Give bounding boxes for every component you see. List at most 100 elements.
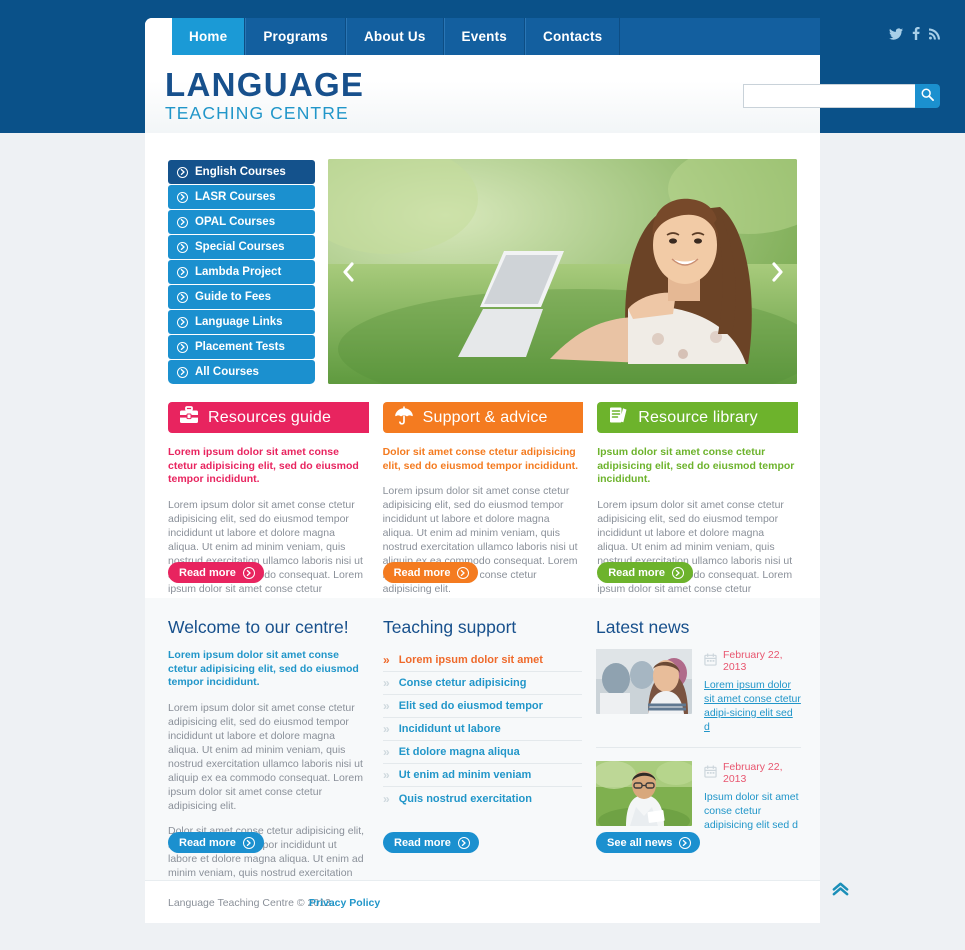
- read-more-label: Read more: [179, 566, 236, 579]
- sidebar-item-special-courses[interactable]: Special Courses: [168, 235, 315, 259]
- sidebar-item-label: LASR Courses: [195, 191, 276, 203]
- chevron-double-right-icon: »: [383, 653, 390, 667]
- read-more-label: Read more: [608, 566, 666, 579]
- chevron-double-right-icon: »: [383, 791, 390, 806]
- welcome-paragraph-1: Lorem ipsum dolor sit amet conse ctetur …: [168, 701, 363, 812]
- read-more-label: Read more: [393, 566, 451, 579]
- sidebar-item-lambda-project[interactable]: Lambda Project: [168, 260, 315, 284]
- slider-next-button[interactable]: [765, 259, 789, 285]
- card-title: Support & advice: [422, 408, 548, 426]
- site-logo[interactable]: LANGUAGE TEACHING CENTRE: [165, 66, 365, 124]
- sidebar-item-label: All Courses: [195, 366, 259, 378]
- section-title: Teaching support: [383, 617, 517, 637]
- sidebar-item-guide-to-fees[interactable]: Guide to Fees: [168, 285, 315, 309]
- sidebar-item-all-courses[interactable]: All Courses: [168, 360, 315, 384]
- read-more-label: Read more: [394, 836, 451, 849]
- search-input[interactable]: [743, 84, 915, 108]
- see-all-news-button[interactable]: See all news: [596, 832, 701, 853]
- news-date: February 22, 2013: [723, 649, 783, 673]
- sidebar-item-label: Guide to Fees: [195, 291, 272, 303]
- search-button[interactable]: [915, 84, 940, 108]
- slider-photo: [328, 159, 797, 384]
- card-resource-library: Resource library Ipsum dolor sit amet co…: [597, 402, 798, 610]
- arrow-right-circle-icon: [457, 566, 470, 579]
- sidebar-item-label: Language Links: [195, 316, 283, 328]
- sidebar-item-opal-courses[interactable]: OPAL Courses: [168, 210, 315, 234]
- list-item[interactable]: » Ut enim ad minim veniam: [383, 764, 582, 787]
- news-thumbnail: [596, 649, 692, 714]
- list-item[interactable]: » Incididunt ut labore: [383, 718, 582, 741]
- privacy-policy-link[interactable]: Privacy Policy: [309, 897, 380, 909]
- sidebar-item-lasr-courses[interactable]: LASR Courses: [168, 185, 315, 209]
- card-lead: Lorem ipsum dolor sit amet conse ctetur …: [168, 446, 359, 485]
- read-more-button[interactable]: Read more: [168, 562, 264, 583]
- sidebar-item-label: Special Courses: [195, 241, 285, 253]
- chevron-double-right-icon: »: [383, 699, 390, 713]
- news-date-row: February 22, 2013: [704, 649, 801, 673]
- list-item[interactable]: » Et dolore magna aliqua: [383, 741, 582, 764]
- list-item[interactable]: » Elit sed do eiusmod tempor: [383, 695, 582, 718]
- chevron-double-right-icon: »: [383, 745, 390, 759]
- sidebar-item-language-links[interactable]: Language Links: [168, 310, 315, 334]
- logo-secondary-text: TEACHING CENTRE: [165, 103, 349, 123]
- latest-news-column: Latest news February 22, 2013 Lorem ipsu…: [596, 616, 801, 853]
- read-more-button[interactable]: Read more: [597, 562, 694, 583]
- card-body: Lorem ipsum dolor sit amet conse ctetur …: [168, 498, 363, 609]
- chevron-double-up-icon: [831, 882, 850, 902]
- arrow-right-circle-icon: [242, 836, 255, 849]
- news-item[interactable]: February 22, 2013 Ipsum dolor sit amet c…: [596, 747, 801, 845]
- chevron-right-icon: [771, 262, 783, 282]
- arrow-right-circle-icon: [177, 366, 188, 378]
- nav-item-programs[interactable]: Programs: [245, 18, 346, 55]
- news-link[interactable]: Ipsum dolor sit amet conse ctetur adipis…: [704, 790, 801, 832]
- course-sidebar-menu: English Courses LASR Courses OPAL Course…: [168, 160, 315, 385]
- nav-item-events[interactable]: Events: [443, 18, 526, 55]
- nav-item-home[interactable]: Home: [172, 18, 246, 55]
- card-header[interactable]: Resource library: [597, 402, 798, 433]
- nav-item-contacts[interactable]: Contacts: [525, 18, 621, 55]
- welcome-read-more-button[interactable]: Read more: [168, 832, 264, 853]
- list-item[interactable]: » Quis nostrud exercitation: [383, 787, 582, 810]
- arrow-right-circle-icon: [177, 241, 188, 253]
- arrow-right-circle-icon: [679, 836, 692, 849]
- section-title: Welcome to our centre!: [168, 617, 349, 637]
- list-item-label: Ut enim ad minim veniam: [398, 769, 532, 781]
- feature-cards: Resources guide Lorem ipsum dolor sit am…: [168, 402, 798, 610]
- nav-item-about-us[interactable]: About Us: [345, 18, 444, 55]
- read-more-button[interactable]: Read more: [382, 562, 479, 583]
- teaching-support-column: Teaching support » Lorem ipsum dolor sit …: [383, 616, 582, 853]
- sidebar-item-placement-tests[interactable]: Placement Tests: [168, 335, 315, 359]
- hero-slider[interactable]: [328, 159, 797, 384]
- news-item[interactable]: February 22, 2013 Lorem ipsum dolor sit …: [596, 649, 801, 747]
- slider-prev-button[interactable]: [336, 259, 360, 285]
- scroll-to-top-button[interactable]: [831, 879, 850, 903]
- logo-primary-text: LANGUAGE: [165, 66, 365, 103]
- search-form: [743, 84, 940, 108]
- list-item[interactable]: » Conse ctetur adipisicing: [383, 672, 582, 695]
- list-item[interactable]: » Lorem ipsum dolor sit amet: [383, 649, 582, 672]
- social-links: [889, 27, 940, 40]
- facebook-icon[interactable]: [912, 27, 920, 40]
- news-link[interactable]: Lorem ipsum dolor sit amet conse ctetur …: [704, 678, 801, 734]
- card-header[interactable]: Support & advice: [382, 402, 584, 433]
- news-date: February 22, 2013: [723, 761, 783, 785]
- list-item-label: Quis nostrud exercitation: [398, 792, 532, 805]
- read-more-label: Read more: [179, 836, 236, 849]
- sidebar-item-english-courses[interactable]: English Courses: [168, 160, 315, 184]
- twitter-icon[interactable]: [889, 27, 903, 40]
- list-item-label: Lorem ipsum dolor sit amet: [398, 654, 543, 666]
- card-header[interactable]: Resources guide: [168, 402, 369, 433]
- list-item-label: Conse ctetur adipisicing: [398, 677, 527, 689]
- sidebar-item-label: OPAL Courses: [195, 216, 276, 228]
- briefcase-icon: [179, 406, 199, 429]
- section-title: Latest news: [596, 617, 690, 637]
- card-title: Resource library: [638, 408, 758, 426]
- arrow-right-circle-icon: [177, 291, 188, 303]
- news-date-row: February 22, 2013: [704, 761, 801, 785]
- card-lead: Dolor sit amet conse ctetur adipisicing …: [382, 446, 579, 472]
- list-item-label: Et dolore magna aliqua: [398, 746, 520, 758]
- umbrella-icon: [394, 405, 414, 430]
- chevron-double-right-icon: »: [383, 722, 390, 736]
- rss-icon[interactable]: [929, 28, 940, 40]
- teaching-read-more-button[interactable]: Read more: [383, 832, 479, 853]
